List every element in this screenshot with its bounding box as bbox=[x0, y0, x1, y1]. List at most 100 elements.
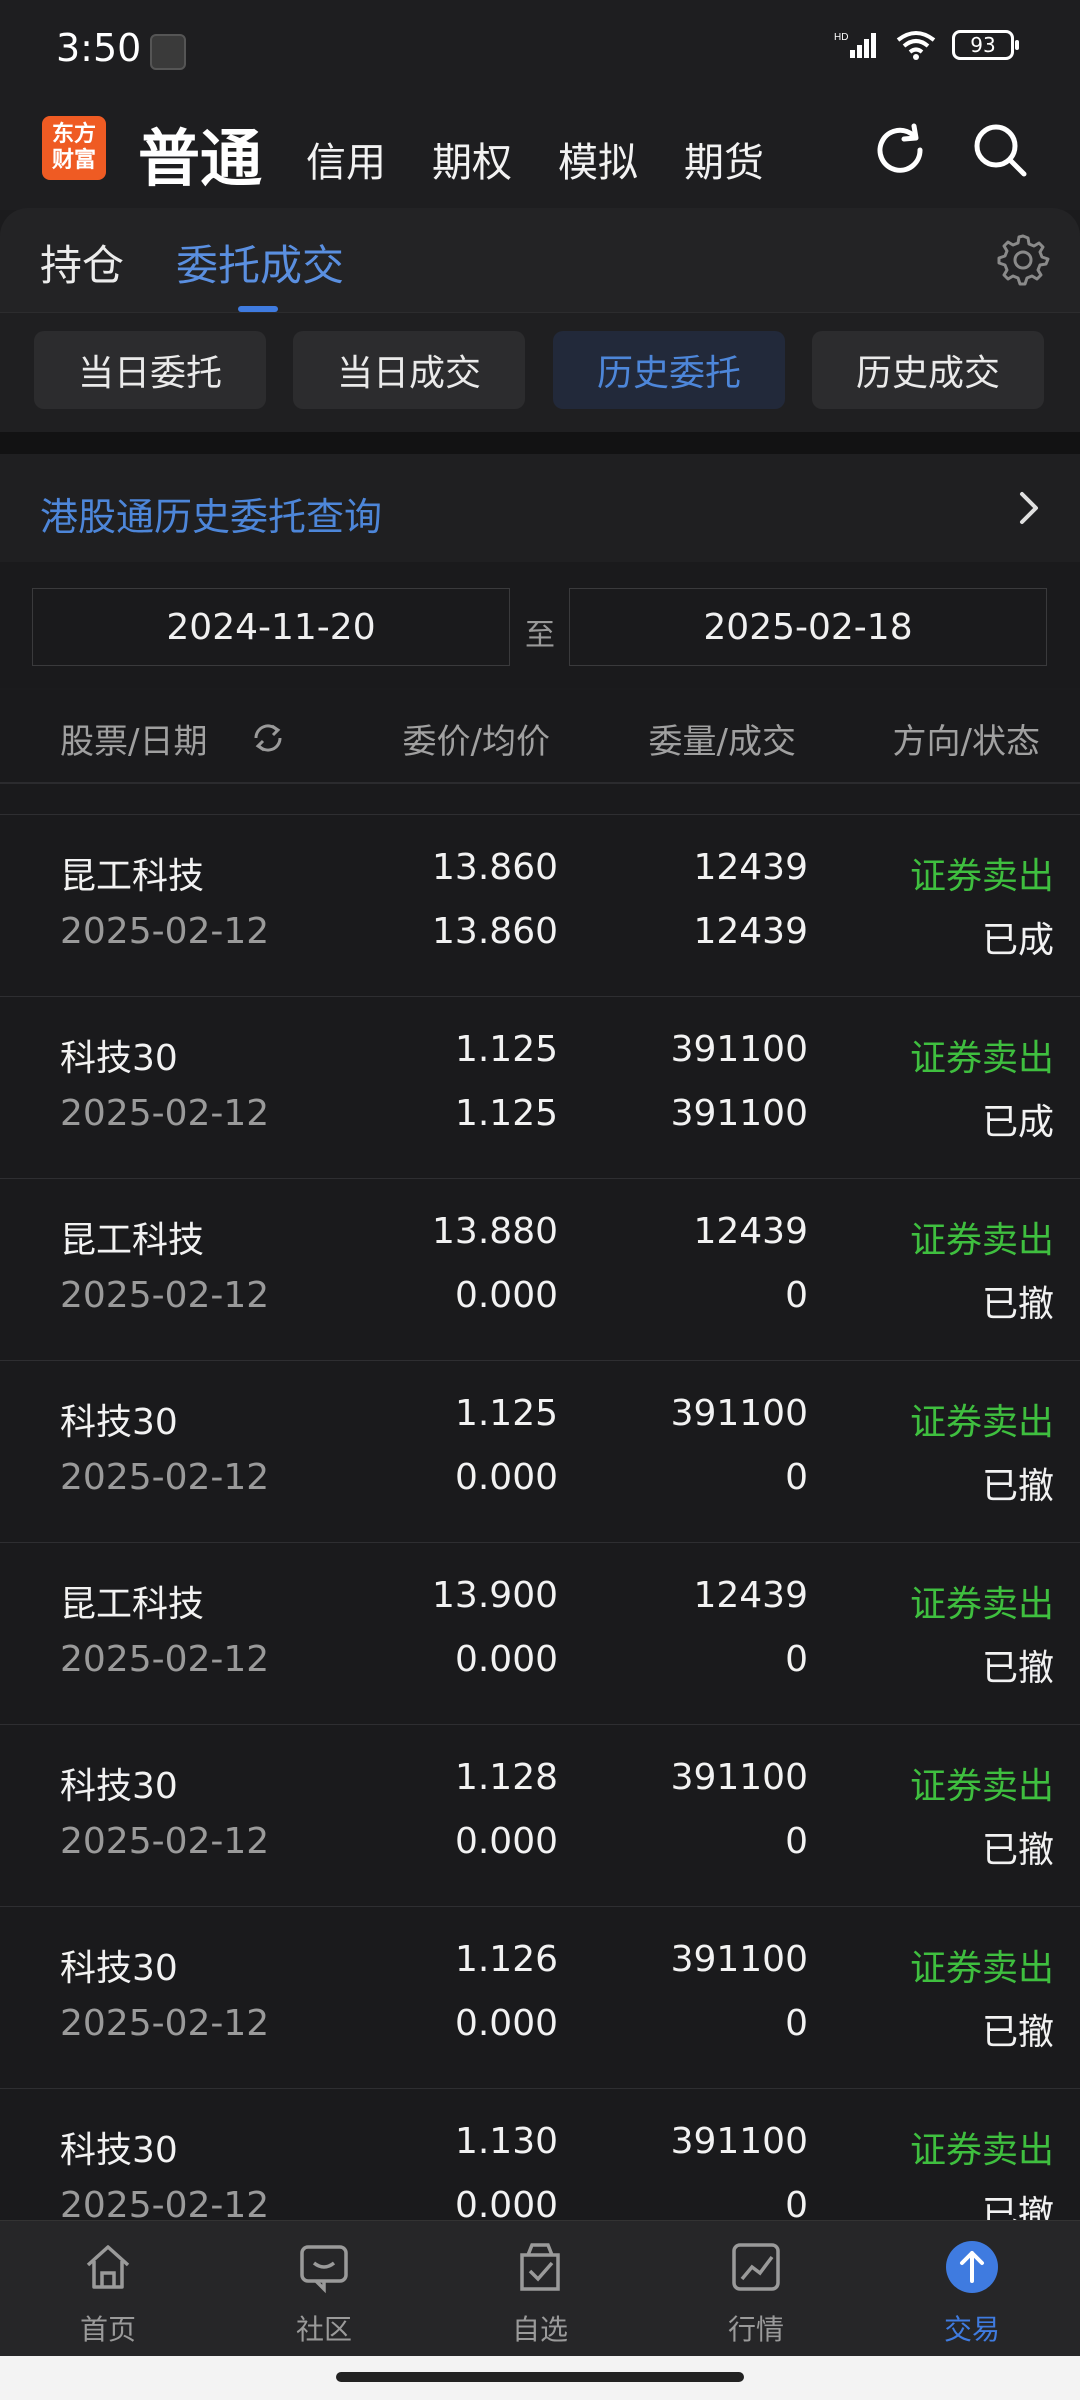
hk-history-link[interactable]: 港股通历史委托查询 bbox=[0, 454, 1080, 563]
table-header: 股票/日期 委价/均价 委量/成交 方向/状态 bbox=[0, 690, 1080, 784]
nav-tab-active[interactable]: 普通 bbox=[138, 108, 262, 198]
home-indicator[interactable] bbox=[336, 2372, 744, 2382]
nav-tab-credit[interactable]: 信用 bbox=[306, 130, 386, 188]
filter-today-orders[interactable]: 当日委托 bbox=[34, 331, 266, 409]
bottom-nav-home[interactable]: 首页 bbox=[48, 2239, 168, 2348]
nav-tab-options[interactable]: 期权 bbox=[432, 130, 512, 188]
settings-gear-icon[interactable] bbox=[996, 232, 1050, 286]
order-direction: 证券卖出 bbox=[909, 1766, 1054, 1807]
order-row[interactable]: 科技30 2025-02-12 1.128 0.000 391100 0 证券卖… bbox=[0, 1724, 1080, 1907]
order-price: 1.130 bbox=[454, 2121, 558, 2162]
order-price: 1.125 bbox=[454, 1029, 558, 1070]
avg-price: 0.000 bbox=[454, 1457, 558, 1498]
status-bar: 3:50 HD 93 bbox=[0, 0, 1080, 100]
order-quantity: 391100 bbox=[670, 2121, 808, 2162]
order-date: 2025-02-12 bbox=[60, 911, 270, 952]
system-gesture-area bbox=[0, 2356, 1080, 2400]
order-status: 已撤 bbox=[981, 1466, 1054, 1507]
order-direction: 证券卖出 bbox=[909, 1948, 1054, 1989]
avg-price: 0.000 bbox=[454, 2185, 558, 2220]
header-price: 委价/均价 bbox=[402, 722, 550, 762]
order-row[interactable]: 科技30 2025-02-12 1.125 0.000 391100 0 证券卖… bbox=[0, 1360, 1080, 1543]
filled-quantity: 0 bbox=[785, 2185, 808, 2220]
order-status: 已成 bbox=[981, 1102, 1054, 1143]
section-divider bbox=[0, 432, 1080, 454]
stock-name: 科技30 bbox=[60, 1948, 178, 1989]
order-row[interactable]: 科技30 2025-02-12 1.126 0.000 391100 0 证券卖… bbox=[0, 1906, 1080, 2089]
hk-history-label: 港股通历史委托查询 bbox=[40, 495, 383, 539]
filled-quantity: 0 bbox=[785, 2003, 808, 2044]
svg-text:HD: HD bbox=[834, 32, 848, 43]
tab-orders-trades[interactable]: 委托成交 bbox=[176, 232, 344, 293]
bottom-nav-community[interactable]: 社区 bbox=[264, 2239, 384, 2348]
bottom-nav: 首页 社区 自选 行情 交易 bbox=[0, 2220, 1080, 2357]
stock-name: 昆工科技 bbox=[60, 856, 205, 897]
order-date: 2025-02-12 bbox=[60, 1457, 270, 1498]
order-direction: 证券卖出 bbox=[909, 1038, 1054, 1079]
app-notification-icon bbox=[150, 34, 186, 70]
filled-quantity: 0 bbox=[785, 1457, 808, 1498]
header-stock-date: 股票/日期 bbox=[60, 722, 208, 762]
top-nav: 东方 财富 普通 信用 期权 模拟 期货 bbox=[0, 100, 1080, 210]
chart-icon bbox=[732, 2243, 780, 2291]
header-quantity: 委量/成交 bbox=[648, 722, 796, 762]
order-quantity: 391100 bbox=[670, 1939, 808, 1980]
avg-price: 0.000 bbox=[454, 2003, 558, 2044]
avg-price: 1.125 bbox=[454, 1093, 558, 1134]
filter-history-orders[interactable]: 历史委托 bbox=[553, 331, 785, 409]
bottom-nav-watchlist[interactable]: 自选 bbox=[480, 2239, 600, 2348]
watchlist-icon bbox=[520, 2243, 560, 2291]
logo-text-2: 财富 bbox=[51, 148, 96, 173]
avg-price: 0.000 bbox=[454, 1821, 558, 1862]
order-row[interactable]: 昆工科技 2025-02-12 13.880 0.000 12439 0 证券卖… bbox=[0, 1178, 1080, 1361]
status-icons: HD 93 bbox=[834, 30, 1019, 60]
nav-tab-simulation[interactable]: 模拟 bbox=[558, 130, 638, 188]
order-date: 2025-02-12 bbox=[60, 1275, 270, 1316]
chat-icon bbox=[300, 2245, 348, 2294]
filled-quantity: 0 bbox=[785, 1639, 808, 1680]
filled-quantity: 12439 bbox=[693, 911, 808, 952]
avg-price: 0.000 bbox=[454, 1275, 558, 1316]
bottom-nav-label: 自选 bbox=[511, 2313, 568, 2346]
order-date: 2025-02-12 bbox=[60, 1639, 270, 1680]
brand-logo[interactable]: 东方 财富 bbox=[42, 116, 106, 180]
signal-icon: HD bbox=[834, 32, 876, 58]
stock-name: 科技30 bbox=[60, 1766, 178, 1807]
nav-tab-futures[interactable]: 期货 bbox=[684, 130, 764, 188]
order-status: 已撤 bbox=[981, 2012, 1054, 2053]
bottom-nav-trade[interactable]: 交易 bbox=[912, 2239, 1032, 2348]
order-row[interactable]: 昆工科技 2025-02-12 13.900 0.000 12439 0 证券卖… bbox=[0, 1542, 1080, 1725]
end-date-field[interactable]: 2025-02-18 bbox=[569, 588, 1047, 666]
bottom-nav-label: 首页 bbox=[79, 2313, 136, 2346]
order-quantity: 391100 bbox=[670, 1393, 808, 1434]
logo-text-1: 东方 bbox=[51, 122, 96, 147]
order-price: 1.125 bbox=[454, 1393, 558, 1434]
avg-price: 0.000 bbox=[454, 1639, 558, 1680]
order-row[interactable]: 昆工科技 2025-02-12 13.860 13.860 12439 1243… bbox=[0, 814, 1080, 997]
search-icon[interactable] bbox=[970, 120, 1030, 180]
filled-quantity: 391100 bbox=[670, 1093, 808, 1134]
order-quantity: 12439 bbox=[693, 1211, 808, 1252]
stock-name: 昆工科技 bbox=[60, 1220, 205, 1261]
order-row[interactable]: 科技30 2025-02-12 1.125 1.125 391100 39110… bbox=[0, 996, 1080, 1179]
order-date: 2025-02-12 bbox=[60, 2003, 270, 2044]
bottom-nav-label: 行情 bbox=[727, 2313, 784, 2346]
order-date: 2025-02-12 bbox=[60, 2185, 270, 2220]
stock-name: 科技30 bbox=[60, 1038, 178, 1079]
header-direction-status: 方向/状态 bbox=[892, 722, 1040, 762]
order-direction: 证券卖出 bbox=[909, 2130, 1054, 2171]
refresh-icon[interactable] bbox=[870, 120, 930, 180]
tab-positions[interactable]: 持仓 bbox=[40, 232, 124, 293]
order-status: 已撤 bbox=[981, 1648, 1054, 1689]
avg-price: 13.860 bbox=[432, 911, 558, 952]
status-time: 3:50 bbox=[56, 26, 142, 70]
order-row[interactable]: 科技30 2025-02-12 1.130 0.000 391100 0 证券卖… bbox=[0, 2088, 1080, 2220]
order-price: 13.880 bbox=[432, 1211, 558, 1252]
trade-icon bbox=[946, 2241, 998, 2293]
sort-refresh-icon[interactable] bbox=[250, 720, 286, 756]
order-direction: 证券卖出 bbox=[909, 1220, 1054, 1261]
start-date-field[interactable]: 2024-11-20 bbox=[32, 588, 510, 666]
filter-today-trades[interactable]: 当日成交 bbox=[293, 331, 525, 409]
filter-history-trades[interactable]: 历史成交 bbox=[812, 331, 1044, 409]
bottom-nav-market[interactable]: 行情 bbox=[696, 2239, 816, 2348]
